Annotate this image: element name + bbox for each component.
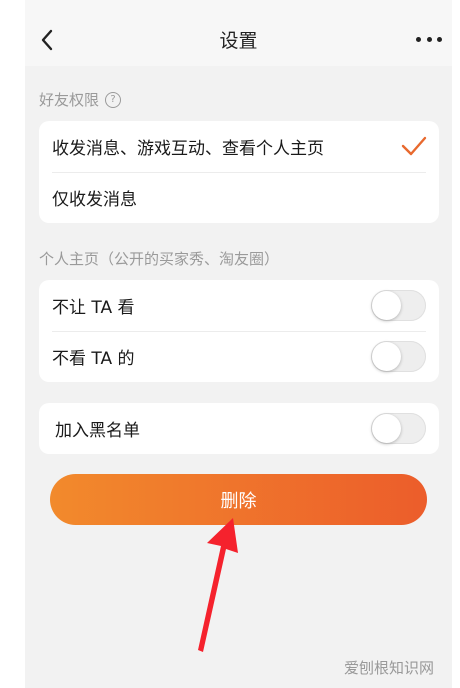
friend-permission-card: 收发消息、游戏互动、查看个人主页 仅收发消息 bbox=[39, 121, 439, 223]
section-title: 个人主页（公开的买家秀、淘友圈） bbox=[39, 250, 280, 268]
homepage-label: 个人主页（公开的买家秀、淘友圈） bbox=[39, 248, 279, 269]
more-button[interactable] bbox=[416, 32, 442, 46]
toggle-knob bbox=[372, 414, 401, 443]
permission-option-full[interactable]: 收发消息、游戏互动、查看个人主页 bbox=[39, 121, 439, 172]
navbar: 设置 bbox=[25, 0, 452, 66]
option-label: 仅收发消息 bbox=[52, 190, 137, 210]
blacklist-toggle[interactable] bbox=[371, 413, 426, 444]
row-hide-their-posts: 不看 TA 的 bbox=[39, 331, 439, 382]
row-label: 不看 TA 的 bbox=[52, 349, 135, 369]
row-hide-from-them: 不让 TA 看 bbox=[39, 280, 439, 331]
homepage-card: 不让 TA 看 不看 TA 的 bbox=[39, 280, 439, 382]
hide-their-posts-toggle[interactable] bbox=[371, 341, 426, 372]
section-title: 好友权限 bbox=[39, 91, 100, 109]
row-label: 不让 TA 看 bbox=[52, 298, 135, 318]
friend-permission-label: 好友权限 ? bbox=[39, 89, 122, 110]
row-label: 加入黑名单 bbox=[55, 421, 140, 441]
more-horizontal-icon bbox=[416, 36, 421, 42]
permission-option-message-only[interactable]: 仅收发消息 bbox=[39, 172, 439, 223]
option-label: 收发消息、游戏互动、查看个人主页 bbox=[52, 139, 324, 159]
help-icon[interactable]: ? bbox=[105, 91, 122, 108]
row-blacklist: 加入黑名单 bbox=[39, 403, 439, 454]
watermark: 爱刨根知识网 bbox=[343, 659, 434, 677]
checkmark-icon bbox=[401, 136, 427, 156]
settings-screen: 设置 好友权限 ? 收发消息、游戏互动、查看个人主页 仅收发消息 个人主页（公开… bbox=[25, 0, 452, 688]
blacklist-card: 加入黑名单 bbox=[39, 403, 439, 454]
hide-from-them-toggle[interactable] bbox=[371, 290, 426, 321]
delete-button[interactable]: 删除 bbox=[50, 474, 427, 525]
toggle-knob bbox=[372, 291, 401, 320]
toggle-knob bbox=[372, 342, 401, 371]
page-title: 设置 bbox=[219, 30, 258, 52]
